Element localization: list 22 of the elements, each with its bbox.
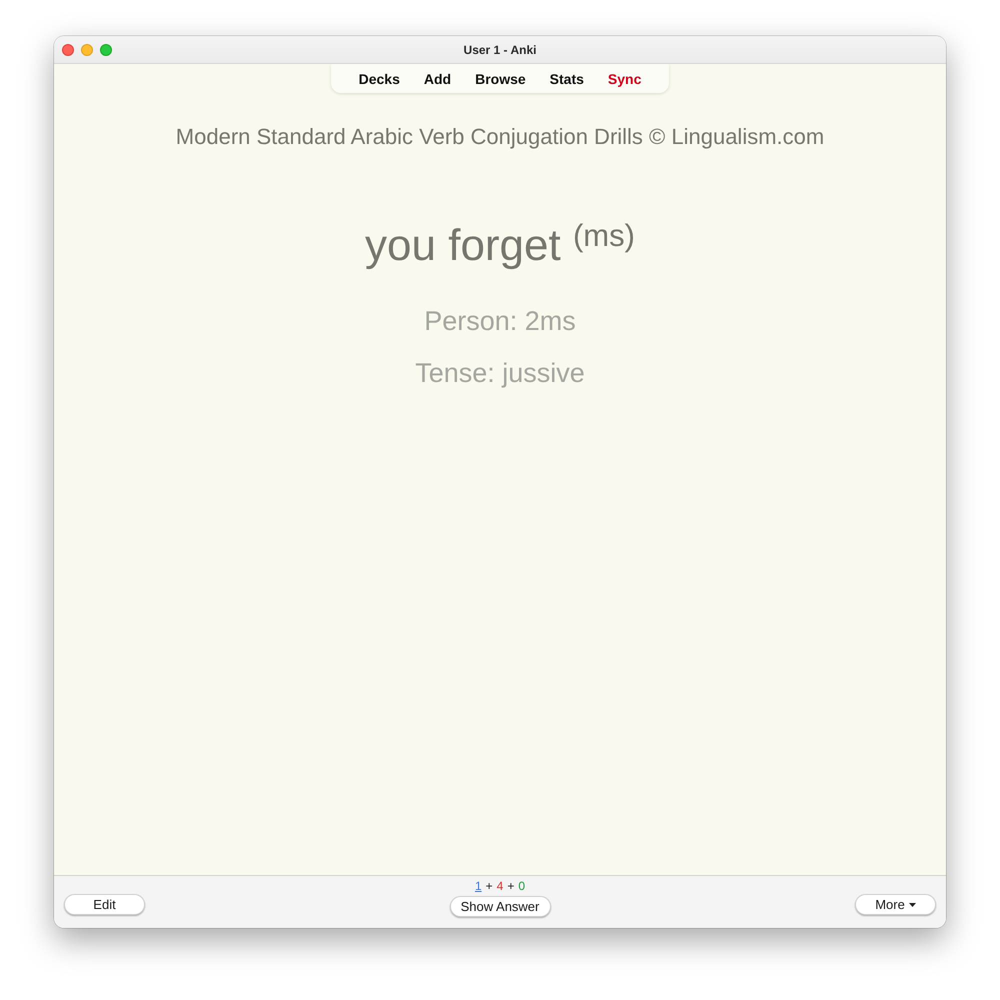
plus-sign: + [486, 879, 493, 893]
caret-icon [908, 902, 916, 906]
card-prompt: you forget $^{(ms)}$ [365, 220, 635, 272]
plus-sign: + [507, 879, 514, 893]
show-answer-button[interactable]: Show Answer [450, 896, 550, 917]
zoom-icon[interactable] [100, 44, 112, 56]
card-count: 4 [496, 879, 504, 893]
minimize-icon[interactable] [81, 44, 93, 56]
card-count: 0 [518, 879, 526, 893]
toolbar-link[interactable]: Sync [596, 70, 654, 86]
card-count: 1 [474, 879, 482, 893]
window-title: User 1 - Anki [464, 42, 536, 56]
more-button[interactable]: More [855, 894, 936, 915]
deck-header: Modern Standard Arabic Verb Conjugation Drills © Lingualism.com [176, 124, 824, 150]
toolbar-link[interactable]: Browse [463, 70, 538, 86]
toolbar-link[interactable]: Stats [538, 70, 596, 86]
card-field: Person: 2ms [424, 304, 576, 338]
edit-button[interactable]: Edit [64, 894, 145, 915]
toolbar-link[interactable]: Decks [346, 70, 412, 86]
close-icon[interactable] [62, 44, 74, 56]
toolbar-link[interactable]: Add [412, 70, 464, 86]
card-field: Tense: jussive [415, 356, 585, 390]
